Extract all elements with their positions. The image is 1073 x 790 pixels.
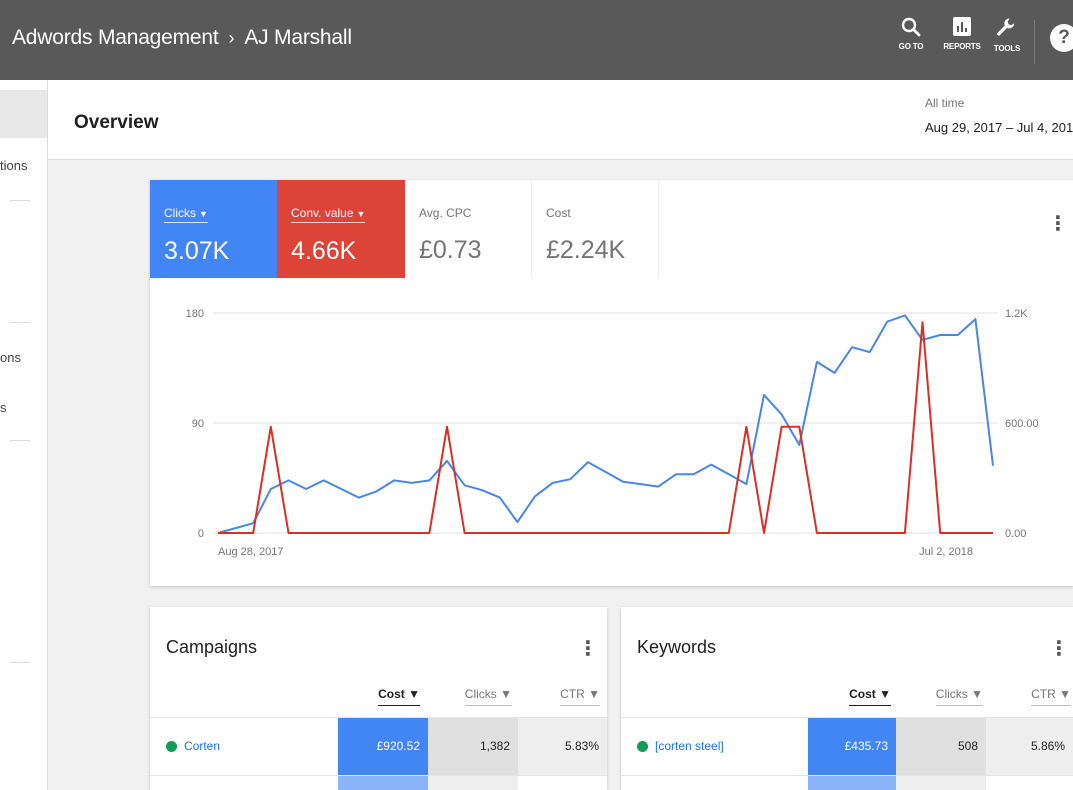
- cell-ctr: 5.86%: [986, 718, 1073, 776]
- cell-cost: £435.73: [808, 718, 896, 776]
- nav-divider: [10, 440, 30, 441]
- status-enabled-icon: [166, 741, 177, 752]
- breadcrumb-account[interactable]: AJ Marshall: [244, 26, 352, 49]
- y-tick-label-left: 90: [192, 418, 204, 430]
- go-to-button[interactable]: GO TO: [891, 16, 931, 51]
- metric-clicks-selector[interactable]: Clicks ▼: [164, 206, 208, 223]
- reports-label: REPORTS: [943, 42, 981, 51]
- nav-item-fragment-2[interactable]: ons: [0, 350, 40, 365]
- dropdown-arrow-icon: ▼: [356, 209, 366, 219]
- y-tick-label-right: 0.00: [1005, 528, 1026, 540]
- status-enabled-icon: [637, 741, 648, 752]
- date-range-label[interactable]: All time: [925, 96, 964, 110]
- campaign-name-link[interactable]: Corten: [184, 739, 220, 753]
- series-line-clicks: [217, 314, 994, 534]
- page-title: Overview: [74, 112, 159, 133]
- table-row[interactable]: Corten £920.52 1,382 5.83%: [150, 717, 607, 776]
- cell-clicks: [896, 776, 986, 790]
- campaigns-title: Campaigns: [166, 637, 258, 657]
- metric-cost-name: Cost: [546, 206, 571, 220]
- metric-clicks-value: 3.07K: [164, 237, 230, 265]
- search-icon: [901, 17, 921, 37]
- metric-conv-name: Conv. value: [291, 206, 354, 220]
- breadcrumb-app[interactable]: Adwords Management: [12, 26, 219, 49]
- nav-divider: [10, 662, 30, 663]
- top-bar: Adwords Management › AJ Marshall GO TO REP…: [0, 0, 1073, 80]
- page-header: Overview All time Aug 29, 2017 – Jul 4, …: [48, 80, 1073, 160]
- keywords-col-clicks[interactable]: Clicks ▼: [901, 687, 983, 706]
- left-navigation: tions ons s: [0, 80, 48, 790]
- wrench-icon: [997, 18, 1015, 36]
- nav-divider: [10, 200, 30, 201]
- table-row[interactable]: [corten steel] £435.73 508 5.86%: [621, 717, 1073, 776]
- table-row[interactable]: [621, 775, 1073, 790]
- metric-clicks-name: Clicks: [164, 206, 196, 220]
- reports-button[interactable]: REPORTS: [942, 16, 982, 51]
- x-tick-label-start: Aug 28, 2017: [218, 546, 283, 558]
- metric-clicks[interactable]: Clicks ▼ 3.07K: [150, 180, 277, 278]
- cell-clicks: 1,382: [428, 718, 518, 776]
- keywords-card: Keywords ⋮ Cost ▼ Clicks ▼ CTR ▼ [corten…: [621, 607, 1073, 790]
- metric-conv-value-number: 4.66K: [291, 237, 357, 265]
- date-range-picker[interactable]: Aug 29, 2017 – Jul 4, 2018: [925, 120, 1073, 135]
- metric-avg-cpc-name: Avg. CPC: [419, 206, 472, 220]
- nav-item-fragment-3[interactable]: s: [0, 400, 40, 415]
- campaigns-col-clicks[interactable]: Clicks ▼: [430, 687, 512, 706]
- nav-item-selected[interactable]: [0, 90, 47, 138]
- metric-cost[interactable]: Cost £2.24K: [532, 180, 659, 278]
- keywords-col-cost[interactable]: Cost ▼: [809, 687, 891, 706]
- toolbar-divider: [1034, 20, 1035, 64]
- breadcrumb-separator: ›: [228, 28, 235, 48]
- y-tick-label-right: 1.2K: [1005, 308, 1028, 320]
- x-tick-label-end: Jul 2, 2018: [919, 546, 973, 558]
- metric-conv-selector[interactable]: Conv. value ▼: [291, 206, 366, 223]
- campaigns-more-options-icon[interactable]: ⋮: [578, 639, 598, 659]
- cell-clicks: [428, 776, 518, 790]
- campaigns-col-ctr[interactable]: CTR ▼: [522, 687, 600, 706]
- help-icon[interactable]: ?: [1050, 24, 1073, 52]
- tools-button[interactable]: TOOLS: [987, 16, 1027, 53]
- keywords-title: Keywords: [637, 637, 717, 657]
- go-to-label: GO TO: [898, 42, 924, 51]
- cell-clicks: 508: [896, 718, 986, 776]
- cell-ctr: 5.83%: [518, 718, 607, 776]
- nav-divider: [10, 322, 30, 323]
- reports-icon: [953, 17, 971, 36]
- y-tick-label-right: 600.00: [1005, 418, 1039, 430]
- tools-label: TOOLS: [993, 44, 1021, 53]
- performance-chart: 180 1.2K 90 600.00 0 0.00 Aug 28, 2017 Jul 2, 2…: [186, 308, 1039, 558]
- campaigns-card: Campaigns ⋮ Cost ▼ Clicks ▼ CTR ▼ Corten…: [150, 607, 607, 790]
- table-row[interactable]: [150, 775, 607, 790]
- y-tick-label-left: 180: [186, 308, 204, 320]
- metric-cost-value: £2.24K: [546, 236, 626, 264]
- metric-conv-value[interactable]: Conv. value ▼ 4.66K: [277, 180, 405, 278]
- cell-cost: [338, 776, 428, 790]
- campaigns-col-cost[interactable]: Cost ▼: [338, 687, 420, 706]
- cell-cost: [808, 776, 896, 790]
- metric-avg-cpc[interactable]: Avg. CPC £0.73: [405, 180, 532, 278]
- nav-item-fragment-1[interactable]: tions: [0, 158, 40, 173]
- dropdown-arrow-icon: ▼: [199, 209, 208, 219]
- breadcrumb: Adwords Management › AJ Marshall: [12, 26, 352, 50]
- y-tick-label-left: 0: [198, 528, 204, 540]
- overview-card: Clicks ▼ 3.07K Conv. value ▼ 4.66K Avg. CP…: [150, 180, 1073, 586]
- cell-cost: £920.52: [338, 718, 428, 776]
- chart-more-options-icon[interactable]: ⋮: [1048, 214, 1068, 234]
- series-line-conv-value: [218, 321, 993, 534]
- metric-avg-cpc-value: £0.73: [419, 236, 482, 264]
- keyword-name-link[interactable]: [corten steel]: [655, 739, 724, 753]
- keywords-col-ctr[interactable]: CTR ▼: [993, 687, 1071, 706]
- keywords-more-options-icon[interactable]: ⋮: [1049, 639, 1069, 659]
